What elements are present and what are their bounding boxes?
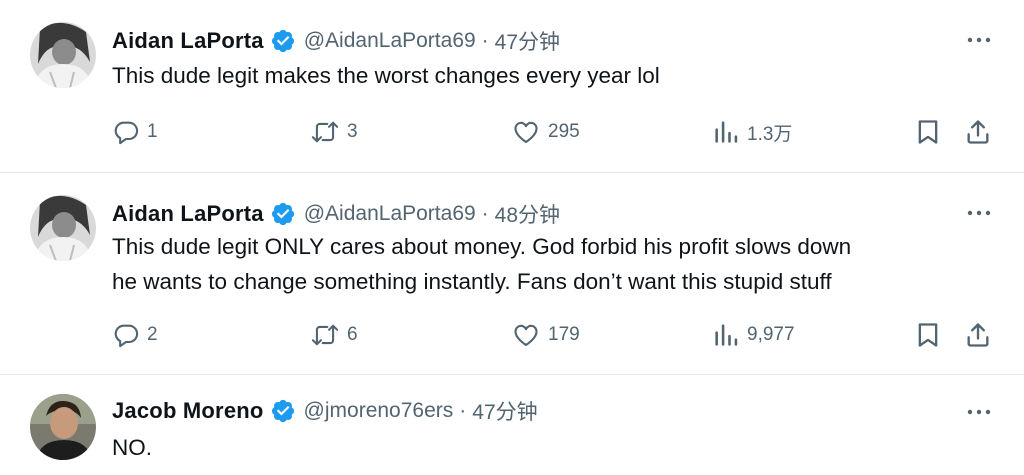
retweet-icon [311,324,339,346]
display-name[interactable]: Jacob Moreno [112,398,264,424]
verified-badge-icon [271,399,294,423]
reply-count: 2 [147,324,158,345]
like-count: 295 [548,121,580,142]
retweet-count: 6 [347,324,358,345]
views-count: 1.3万 [747,123,793,145]
retweet-button[interactable]: 6 [310,315,358,355]
tweet-header: Jacob Moreno @jmoreno76ers · 47分钟 [112,396,538,426]
tweet-header: Aidan LaPorta @AidanLaPorta69 · 47分钟 [112,26,560,56]
bookmark-icon [918,120,938,144]
tweet[interactable]: Aidan LaPorta @AidanLaPorta69 · 47分钟 Thi… [0,0,1024,172]
bookmark-button[interactable] [914,112,942,152]
separator-dot: · [459,399,467,422]
tweet-text: This dude legit ONLY cares about money. … [112,229,851,299]
tweet-text-line: This dude legit makes the worst changes … [112,63,660,88]
avatar[interactable] [30,22,96,88]
heart-icon [514,121,538,143]
like-button[interactable]: 179 [511,315,580,355]
user-handle[interactable]: @jmoreno76ers [304,399,454,423]
more-dots-icon[interactable] [964,28,994,52]
avatar-image [30,394,96,460]
verified-badge-icon [271,29,294,53]
tweet-header: Aidan LaPorta @AidanLaPorta69 · 48分钟 [112,199,560,229]
reply-button[interactable]: 1 [112,112,158,152]
user-handle[interactable]: @AidanLaPorta69 [304,29,476,53]
reply-count: 1 [147,121,158,142]
timestamp[interactable]: 47分钟 [472,396,537,426]
reply-bubble-icon [114,121,139,145]
timestamp[interactable]: 48分钟 [495,199,560,229]
display-name[interactable]: Aidan LaPorta [112,28,264,54]
views-button[interactable]: 1.3万 [712,112,792,152]
user-handle[interactable]: @AidanLaPorta69 [304,202,476,226]
avatar[interactable] [30,394,96,460]
more-dots-icon[interactable] [964,201,994,225]
like-count: 179 [548,324,580,345]
retweet-button[interactable]: 3 [310,112,358,152]
share-icon [967,120,989,144]
heart-icon [514,324,538,346]
avatar-image [30,22,96,88]
avatar[interactable] [30,195,96,261]
share-icon [967,323,989,347]
more-dots-icon[interactable] [964,400,994,424]
views-bar-chart-icon [715,121,738,143]
timestamp[interactable]: 47分钟 [495,26,560,56]
tweet-actions: 1 3 295 1.3万 [0,112,1024,152]
retweet-icon [311,121,339,143]
tweet[interactable]: Aidan LaPorta @AidanLaPorta69 · 48分钟 Thi… [0,173,1024,373]
separator-dot: · [481,202,489,225]
avatar-image [30,195,96,261]
tweet[interactable]: Jacob Moreno @jmoreno76ers · 47分钟 NO. [0,374,1024,475]
tweet-text-line: he wants to change something instantly. … [112,269,832,294]
verified-badge-icon [271,202,294,226]
views-bar-chart-icon [715,324,738,346]
tweet-text: NO. [112,430,152,465]
like-button[interactable]: 295 [511,112,580,152]
tweet-text: This dude legit makes the worst changes … [112,58,660,93]
bookmark-icon [918,323,938,347]
share-button[interactable] [964,315,992,355]
display-name[interactable]: Aidan LaPorta [112,201,264,227]
share-button[interactable] [964,112,992,152]
separator-dot: · [481,29,489,52]
reply-button[interactable]: 2 [112,315,158,355]
tweet-actions: 2 6 179 9,977 [0,315,1024,355]
reply-bubble-icon [114,324,139,348]
retweet-count: 3 [347,121,358,142]
tweet-text-line: This dude legit ONLY cares about money. … [112,234,852,259]
views-button[interactable]: 9,977 [712,315,795,355]
views-count: 9,977 [747,324,795,345]
tweet-text-line: NO. [112,435,153,460]
bookmark-button[interactable] [914,315,942,355]
